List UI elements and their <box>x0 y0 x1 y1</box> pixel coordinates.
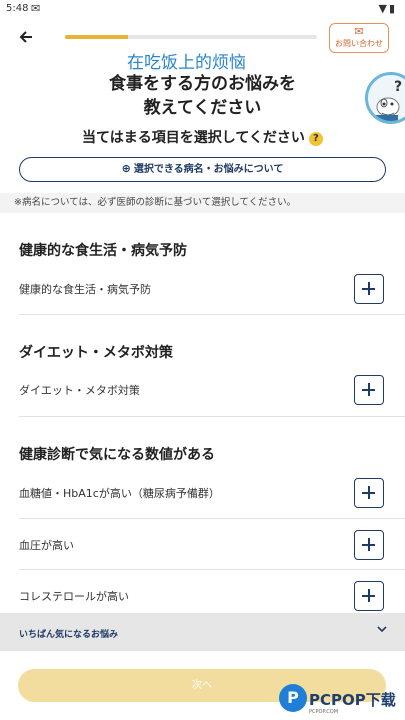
list-item[interactable]: 健康的な食生活・病気予防 <box>0 263 405 315</box>
battery-icon: ▮ <box>388 2 397 15</box>
mascot-help-icon[interactable]: ? <box>365 72 405 124</box>
page-title: 食事をする方のお悩みを 教えてください <box>0 72 405 120</box>
section-heading-healthy-diet: 健康的な食生活・病気予防 <box>19 243 187 259</box>
item-label: 血糖値・HbA1cが高い（糖尿病予備群） <box>19 487 220 500</box>
item-label: 血圧が高い <box>19 539 74 552</box>
list-item[interactable]: 血圧が高い <box>0 519 405 571</box>
item-label: コレステロールが高い <box>19 590 129 603</box>
add-icon[interactable] <box>354 530 384 560</box>
top-concern-bar[interactable]: いちばん気になるお悩み <box>0 613 405 651</box>
title-line-1: 食事をする方のお悩みを <box>109 74 296 94</box>
add-icon[interactable] <box>354 375 384 405</box>
list-item[interactable]: ダイエット・メタボ対策 <box>0 364 405 416</box>
mail-icon: ✉ <box>354 25 364 38</box>
watermark-logo: P <box>279 684 307 712</box>
watermark: P PCPOP下载 PCPOP.COM <box>279 681 405 720</box>
item-label: 健康的な食生活・病気予防 <box>19 283 151 296</box>
help-icon[interactable]: ? <box>308 132 323 146</box>
wifi-icon: ▼ <box>378 2 389 15</box>
status-time: 5:48 <box>6 3 29 14</box>
add-icon[interactable] <box>354 274 384 304</box>
progress-fill <box>65 35 128 39</box>
watermark-text: PCPOP下载 <box>309 691 396 709</box>
add-icon[interactable] <box>354 478 384 508</box>
status-icons: ▼▮ <box>378 2 397 15</box>
section-heading-diet-metabo: ダイエット・メタボ対策 <box>19 345 173 361</box>
about-conditions-label: 選択できる病名・お悩みについて <box>133 164 284 175</box>
divider <box>19 416 405 417</box>
list-item[interactable]: 血糖値・HbA1cが高い（糖尿病予備群） <box>0 467 405 519</box>
gmail-icon: ✉ <box>31 2 41 15</box>
svg-text:?: ? <box>394 79 402 95</box>
progress-bar <box>65 35 317 39</box>
magnifier-plus-icon: ⊕ <box>121 162 131 175</box>
arrow-left-icon[interactable] <box>14 26 38 50</box>
contact-label: お問い合わせ <box>335 39 383 48</box>
status-bar: 5:48 ✉ ▼▮ <box>0 0 405 20</box>
watermark-sub: PCPOP.COM <box>309 709 339 715</box>
top-concern-label: いちばん気になるお悩み <box>19 630 119 640</box>
divider <box>19 314 405 315</box>
disclaimer-note: ※病名については、必ず医師の診断に基づいて選択してください。 <box>0 193 405 213</box>
instruction-text: 当てはまる項目を選択してください <box>82 130 305 146</box>
about-conditions-button[interactable]: ⊕ 選択できる病名・お悩みについて <box>19 157 386 182</box>
instruction-heading: 当てはまる項目を選択してください? <box>0 127 405 147</box>
title-line-2: 教えてください <box>143 98 262 118</box>
add-icon[interactable] <box>354 581 384 611</box>
chevron-down-icon[interactable] <box>376 623 388 638</box>
overlay-caption: 在吃饭上的烦恼 <box>127 53 246 73</box>
contact-button[interactable]: ✉ お問い合わせ <box>329 23 389 53</box>
item-label: ダイエット・メタボ対策 <box>19 384 140 397</box>
section-heading-checkup-values: 健康診断で気になる数値がある <box>19 447 215 463</box>
